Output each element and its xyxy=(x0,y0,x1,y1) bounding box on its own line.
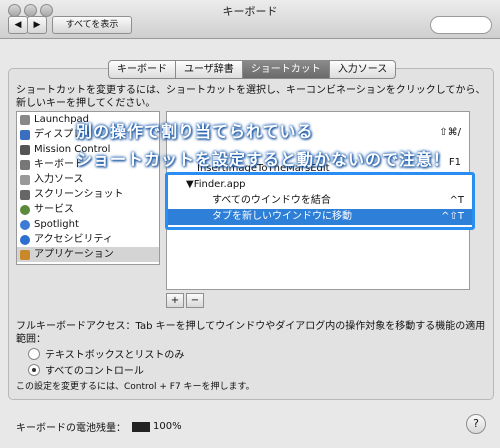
launchpad-icon xyxy=(20,114,30,125)
forward-button[interactable]: ▶ xyxy=(27,16,47,34)
tab-keyboard[interactable]: キーボード xyxy=(109,61,176,78)
shortcut-key[interactable]: F1 xyxy=(449,156,461,170)
radio-text-boxes-lists[interactable]: テキストボックスとリストのみ xyxy=(28,346,184,361)
tab-shortcuts[interactable]: ショートカット xyxy=(242,61,330,78)
category-item[interactable]: アクセシビリティ xyxy=(17,232,159,247)
category-item[interactable]: スクリーンショット xyxy=(17,187,159,202)
back-button[interactable]: ◀ xyxy=(8,16,28,34)
category-item[interactable]: Spotlight xyxy=(17,217,159,232)
shortcut-key[interactable]: ^⇧T xyxy=(441,209,464,225)
instructions: ショートカットを変更するには、ショートカットを選択し、キーコンビネーションをクリ… xyxy=(16,85,486,109)
mission-control-icon xyxy=(20,144,30,155)
help-button[interactable]: ? xyxy=(466,414,486,434)
category-label: サービス xyxy=(34,204,74,215)
tab-bar: キーボード ユーザ辞書 ショートカット 入力ソース xyxy=(108,60,397,79)
input-source-icon xyxy=(20,174,30,185)
add-button[interactable]: + xyxy=(166,293,184,308)
category-item[interactable]: サービス xyxy=(17,202,159,217)
radio-circle[interactable] xyxy=(28,363,40,376)
category-label: Spotlight xyxy=(34,219,79,230)
search-input[interactable] xyxy=(430,16,492,34)
shortcut-label: タブを新しいウインドウに移動 xyxy=(212,211,352,222)
tab-user-dictionary[interactable]: ユーザ辞書 xyxy=(176,61,243,78)
display-icon xyxy=(20,129,30,140)
full-keyboard-access-text: フルキーボードアクセス：Tab キーを押してウインドウやダイアログ内の操作対象を… xyxy=(16,321,486,345)
category-item-selected[interactable]: アプリケーション xyxy=(17,247,159,262)
radio-label: すべてのコントロール xyxy=(45,366,144,377)
shortcut-label: すべてのウインドウを結合 xyxy=(212,195,331,206)
highlighted-shortcuts: ▼Finder.app すべてのウインドウを結合 ^T タブを新しいウインドウに移… xyxy=(165,172,475,230)
title-bar: キーボード ◀ ▶ すべてを表示 xyxy=(0,0,500,39)
shortcut-key[interactable]: ^T xyxy=(450,193,465,209)
battery-label: キーボードの電池残量： xyxy=(16,423,126,434)
show-all-button[interactable]: すべてを表示 xyxy=(52,16,132,34)
callout-line-1: 別の操作で割り当てられている xyxy=(76,122,314,141)
battery-icon xyxy=(132,421,150,432)
radio-all-controls[interactable]: すべてのコントロール xyxy=(28,362,144,377)
category-label: スクリーンショット xyxy=(34,189,124,200)
note-text: この設定を変更するには、Control + F7 キーを押します。 xyxy=(16,382,255,392)
screenshot-icon xyxy=(20,189,30,200)
battery-value: 100% xyxy=(153,421,182,432)
category-label: アプリケーション xyxy=(34,249,114,260)
keyboard-icon xyxy=(20,159,30,170)
accessibility-icon xyxy=(20,234,30,245)
app-group-row[interactable]: ▼Finder.app xyxy=(168,177,472,193)
remove-button[interactable]: − xyxy=(186,293,204,308)
shortcut-row[interactable]: すべてのウインドウを結合 ^T xyxy=(168,193,472,209)
callout-line-2: ショートカットを設定すると動かないので注意！ xyxy=(76,150,451,169)
category-label: アクセシビリティ xyxy=(34,234,113,245)
tab-input-sources[interactable]: 入力ソース xyxy=(330,61,395,78)
gear-icon xyxy=(20,204,30,215)
spotlight-icon xyxy=(20,219,30,230)
applications-icon xyxy=(20,249,30,260)
radio-label: テキストボックスとリストのみ xyxy=(45,350,185,361)
category-item[interactable]: 入力ソース xyxy=(17,172,159,187)
radio-circle[interactable] xyxy=(28,347,40,360)
shortcut-key[interactable]: ⇧⌘/ xyxy=(439,126,461,140)
shortcut-row-selected[interactable]: タブを新しいウインドウに移動 ^⇧T xyxy=(168,209,472,225)
battery-status: キーボードの電池残量： 100% xyxy=(16,419,182,434)
category-label: 入力ソース xyxy=(34,174,84,185)
